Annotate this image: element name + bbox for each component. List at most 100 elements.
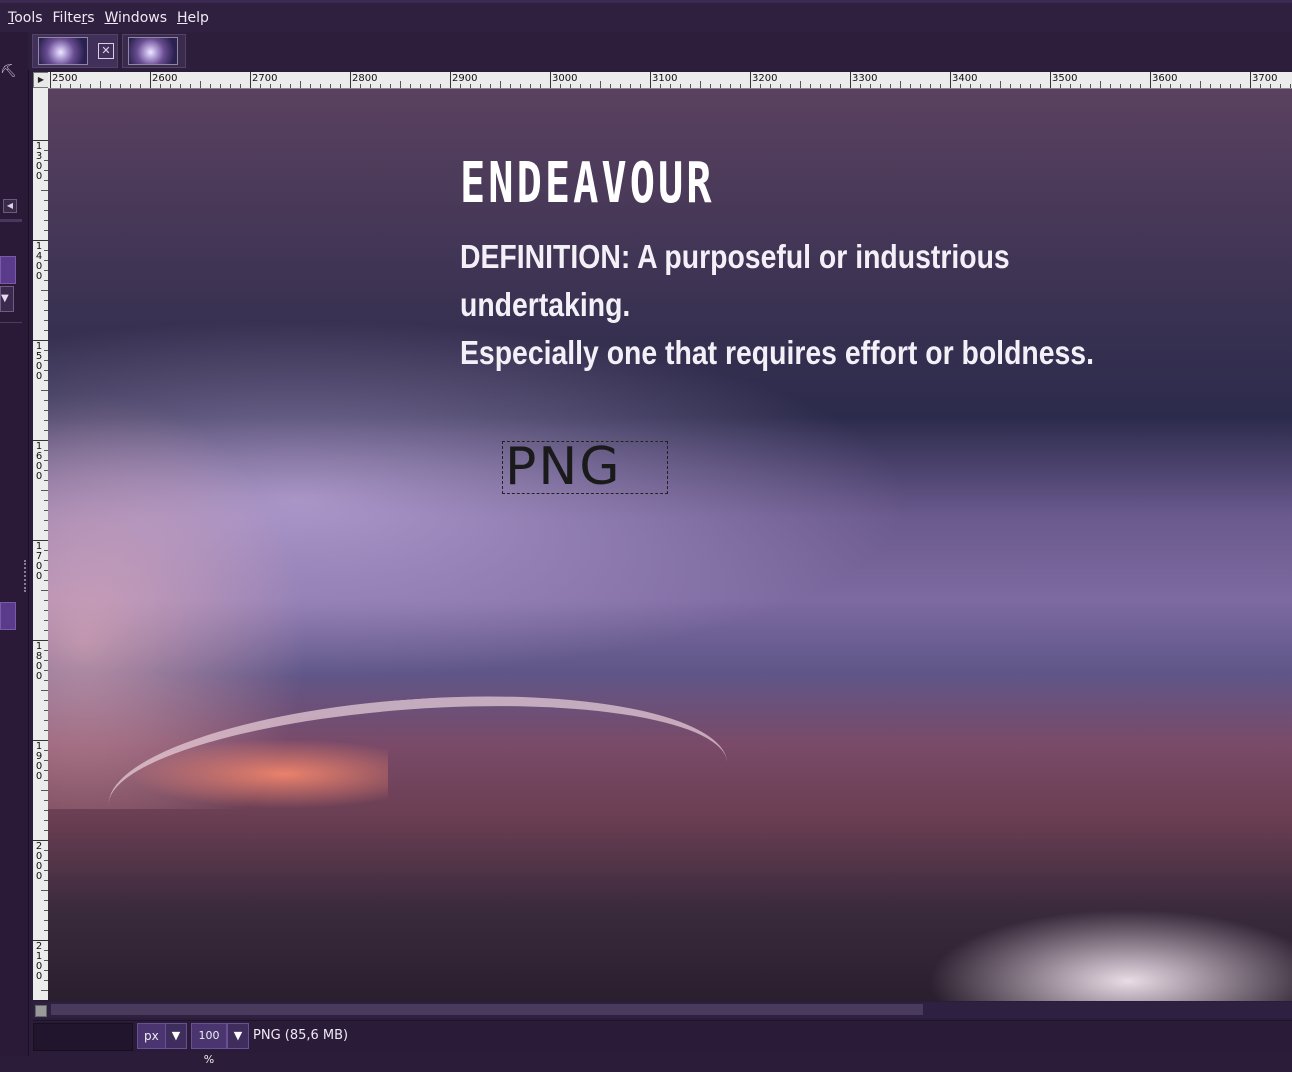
vertical-ruler[interactable]: 1300 1400 1500 1600 1700 1800 1900 2000 2100 bbox=[33, 88, 49, 1000]
ruler-minor-tick bbox=[460, 84, 461, 88]
ruler-label: 2600 bbox=[152, 73, 178, 84]
ruler-tick bbox=[1050, 72, 1051, 88]
ruler-minor-tick bbox=[1020, 84, 1021, 88]
statusbar: px ▼ 100 % ▼ PNG (85,6 MB) bbox=[33, 1020, 1292, 1066]
image-tab-2[interactable] bbox=[122, 34, 186, 68]
ruler-minor-tick bbox=[1090, 84, 1091, 88]
ruler-minor-tick bbox=[1170, 84, 1171, 88]
ruler-minor-tick bbox=[180, 84, 181, 88]
ruler-minor-tick bbox=[570, 84, 571, 88]
close-icon[interactable]: ✕ bbox=[98, 43, 114, 59]
chevron-down-icon[interactable]: ▼ bbox=[165, 1023, 187, 1049]
menu-tools[interactable]: Tools bbox=[8, 10, 43, 26]
ruler-minor-tick bbox=[60, 84, 61, 88]
file-info-text: PNG (85,6 MB) bbox=[253, 1028, 349, 1043]
dock-widget-button[interactable] bbox=[0, 256, 16, 284]
ruler-tick bbox=[50, 72, 51, 88]
definition-line-1: DEFINITION: A purposeful or industrious … bbox=[460, 238, 1010, 323]
ruler-minor-tick bbox=[420, 84, 421, 88]
ruler-minor-tick bbox=[1280, 84, 1281, 88]
left-dock: ⛏ ◀ ▼ bbox=[0, 32, 29, 1056]
ruler-minor-tick bbox=[390, 84, 391, 88]
ruler-label: 1400 bbox=[35, 241, 43, 282]
ruler-minor-tick bbox=[1030, 84, 1031, 88]
ruler-minor-tick bbox=[400, 81, 401, 88]
ruler-minor-tick bbox=[41, 490, 48, 491]
ruler-minor-tick bbox=[170, 84, 171, 88]
horizontal-scrollbar[interactable] bbox=[33, 1002, 1292, 1018]
ruler-label: 2900 bbox=[452, 73, 478, 84]
ruler-label: 1700 bbox=[35, 541, 43, 582]
chevron-down-icon[interactable]: ▼ bbox=[227, 1023, 249, 1049]
ruler-minor-tick bbox=[160, 84, 161, 88]
image-tab-1[interactable]: ✕ bbox=[32, 34, 118, 68]
ruler-minor-tick bbox=[980, 84, 981, 88]
ruler-label: 2100 bbox=[35, 941, 43, 982]
ruler-label: 2700 bbox=[252, 73, 278, 84]
ruler-minor-tick bbox=[41, 790, 48, 791]
menu-filters[interactable]: Filters bbox=[53, 10, 95, 26]
dock-dropdown-icon[interactable]: ▼ bbox=[0, 286, 14, 312]
ruler-minor-tick bbox=[610, 84, 611, 88]
text-layer-content: PNG bbox=[505, 437, 622, 497]
ruler-label: 3600 bbox=[1152, 73, 1178, 84]
ruler-label: 3700 bbox=[1252, 73, 1278, 84]
dock-divider-2 bbox=[0, 322, 22, 323]
ruler-minor-tick bbox=[510, 84, 511, 88]
image-thumbnail bbox=[38, 37, 88, 65]
ruler-minor-tick bbox=[41, 990, 48, 991]
ruler-label: 3200 bbox=[752, 73, 778, 84]
ruler-minor-tick bbox=[480, 84, 481, 88]
ruler-minor-tick bbox=[620, 84, 621, 88]
ruler-minor-tick bbox=[970, 84, 971, 88]
ruler-minor-tick bbox=[110, 84, 111, 88]
ruler-minor-tick bbox=[1290, 84, 1291, 88]
ruler-tick bbox=[350, 72, 351, 88]
menu-windows[interactable]: Windows bbox=[105, 10, 168, 26]
image-canvas[interactable]: ENDEAVOUR DEFINITION: A purposeful or in… bbox=[48, 89, 1292, 1001]
ruler-minor-tick bbox=[380, 84, 381, 88]
ruler-minor-tick bbox=[1040, 84, 1041, 88]
ruler-minor-tick bbox=[1110, 84, 1111, 88]
pointer-coordinates bbox=[33, 1023, 133, 1051]
ruler-tick bbox=[450, 72, 451, 88]
ruler-minor-tick bbox=[1190, 84, 1191, 88]
ruler-minor-tick bbox=[240, 84, 241, 88]
ruler-minor-tick bbox=[640, 84, 641, 88]
navigate-icon[interactable] bbox=[35, 1005, 47, 1017]
dock-widget-button-2[interactable] bbox=[0, 602, 16, 630]
image-tabbar: ✕ bbox=[28, 32, 1292, 70]
ruler-minor-tick bbox=[540, 84, 541, 88]
dock-collapse-button[interactable]: ◀ bbox=[3, 199, 17, 213]
ruler-tick bbox=[950, 72, 951, 88]
ruler-minor-tick bbox=[290, 84, 291, 88]
image-definition-text: DEFINITION: A purposeful or industrious … bbox=[460, 233, 1165, 377]
definition-line-2: Especially one that requires effort or b… bbox=[460, 334, 1094, 371]
ruler-minor-tick bbox=[660, 84, 661, 88]
ruler-minor-tick bbox=[1160, 84, 1161, 88]
dock-divider bbox=[0, 219, 22, 222]
ruler-minor-tick bbox=[440, 84, 441, 88]
ruler-corner-button[interactable]: ▶ bbox=[33, 72, 49, 88]
ruler-minor-tick bbox=[810, 84, 811, 88]
ruler-minor-tick bbox=[1180, 84, 1181, 88]
ruler-label: 1600 bbox=[35, 441, 43, 482]
ruler-minor-tick bbox=[41, 890, 48, 891]
ruler-minor-tick bbox=[280, 84, 281, 88]
ruler-minor-tick bbox=[670, 84, 671, 88]
ruler-minor-tick bbox=[410, 84, 411, 88]
menu-help[interactable]: Help bbox=[177, 10, 209, 26]
ruler-minor-tick bbox=[200, 81, 201, 88]
ruler-minor-tick bbox=[820, 84, 821, 88]
tool-options-icon[interactable]: ⛏ bbox=[0, 64, 17, 79]
ruler-minor-tick bbox=[1220, 84, 1221, 88]
horizontal-ruler[interactable]: 2500 2600 2700 2800 2900 3000 3100 3200 3300 3400… bbox=[48, 72, 1292, 89]
zoom-select[interactable]: 100 % bbox=[191, 1023, 227, 1066]
dock-resize-grip[interactable] bbox=[24, 560, 28, 592]
ruler-minor-tick bbox=[370, 84, 371, 88]
scrollbar-thumb[interactable] bbox=[51, 1004, 923, 1015]
ruler-minor-tick bbox=[830, 84, 831, 88]
ruler-label: 1500 bbox=[35, 341, 43, 382]
selected-text-layer[interactable]: PNG bbox=[502, 437, 668, 497]
ruler-minor-tick bbox=[41, 690, 48, 691]
